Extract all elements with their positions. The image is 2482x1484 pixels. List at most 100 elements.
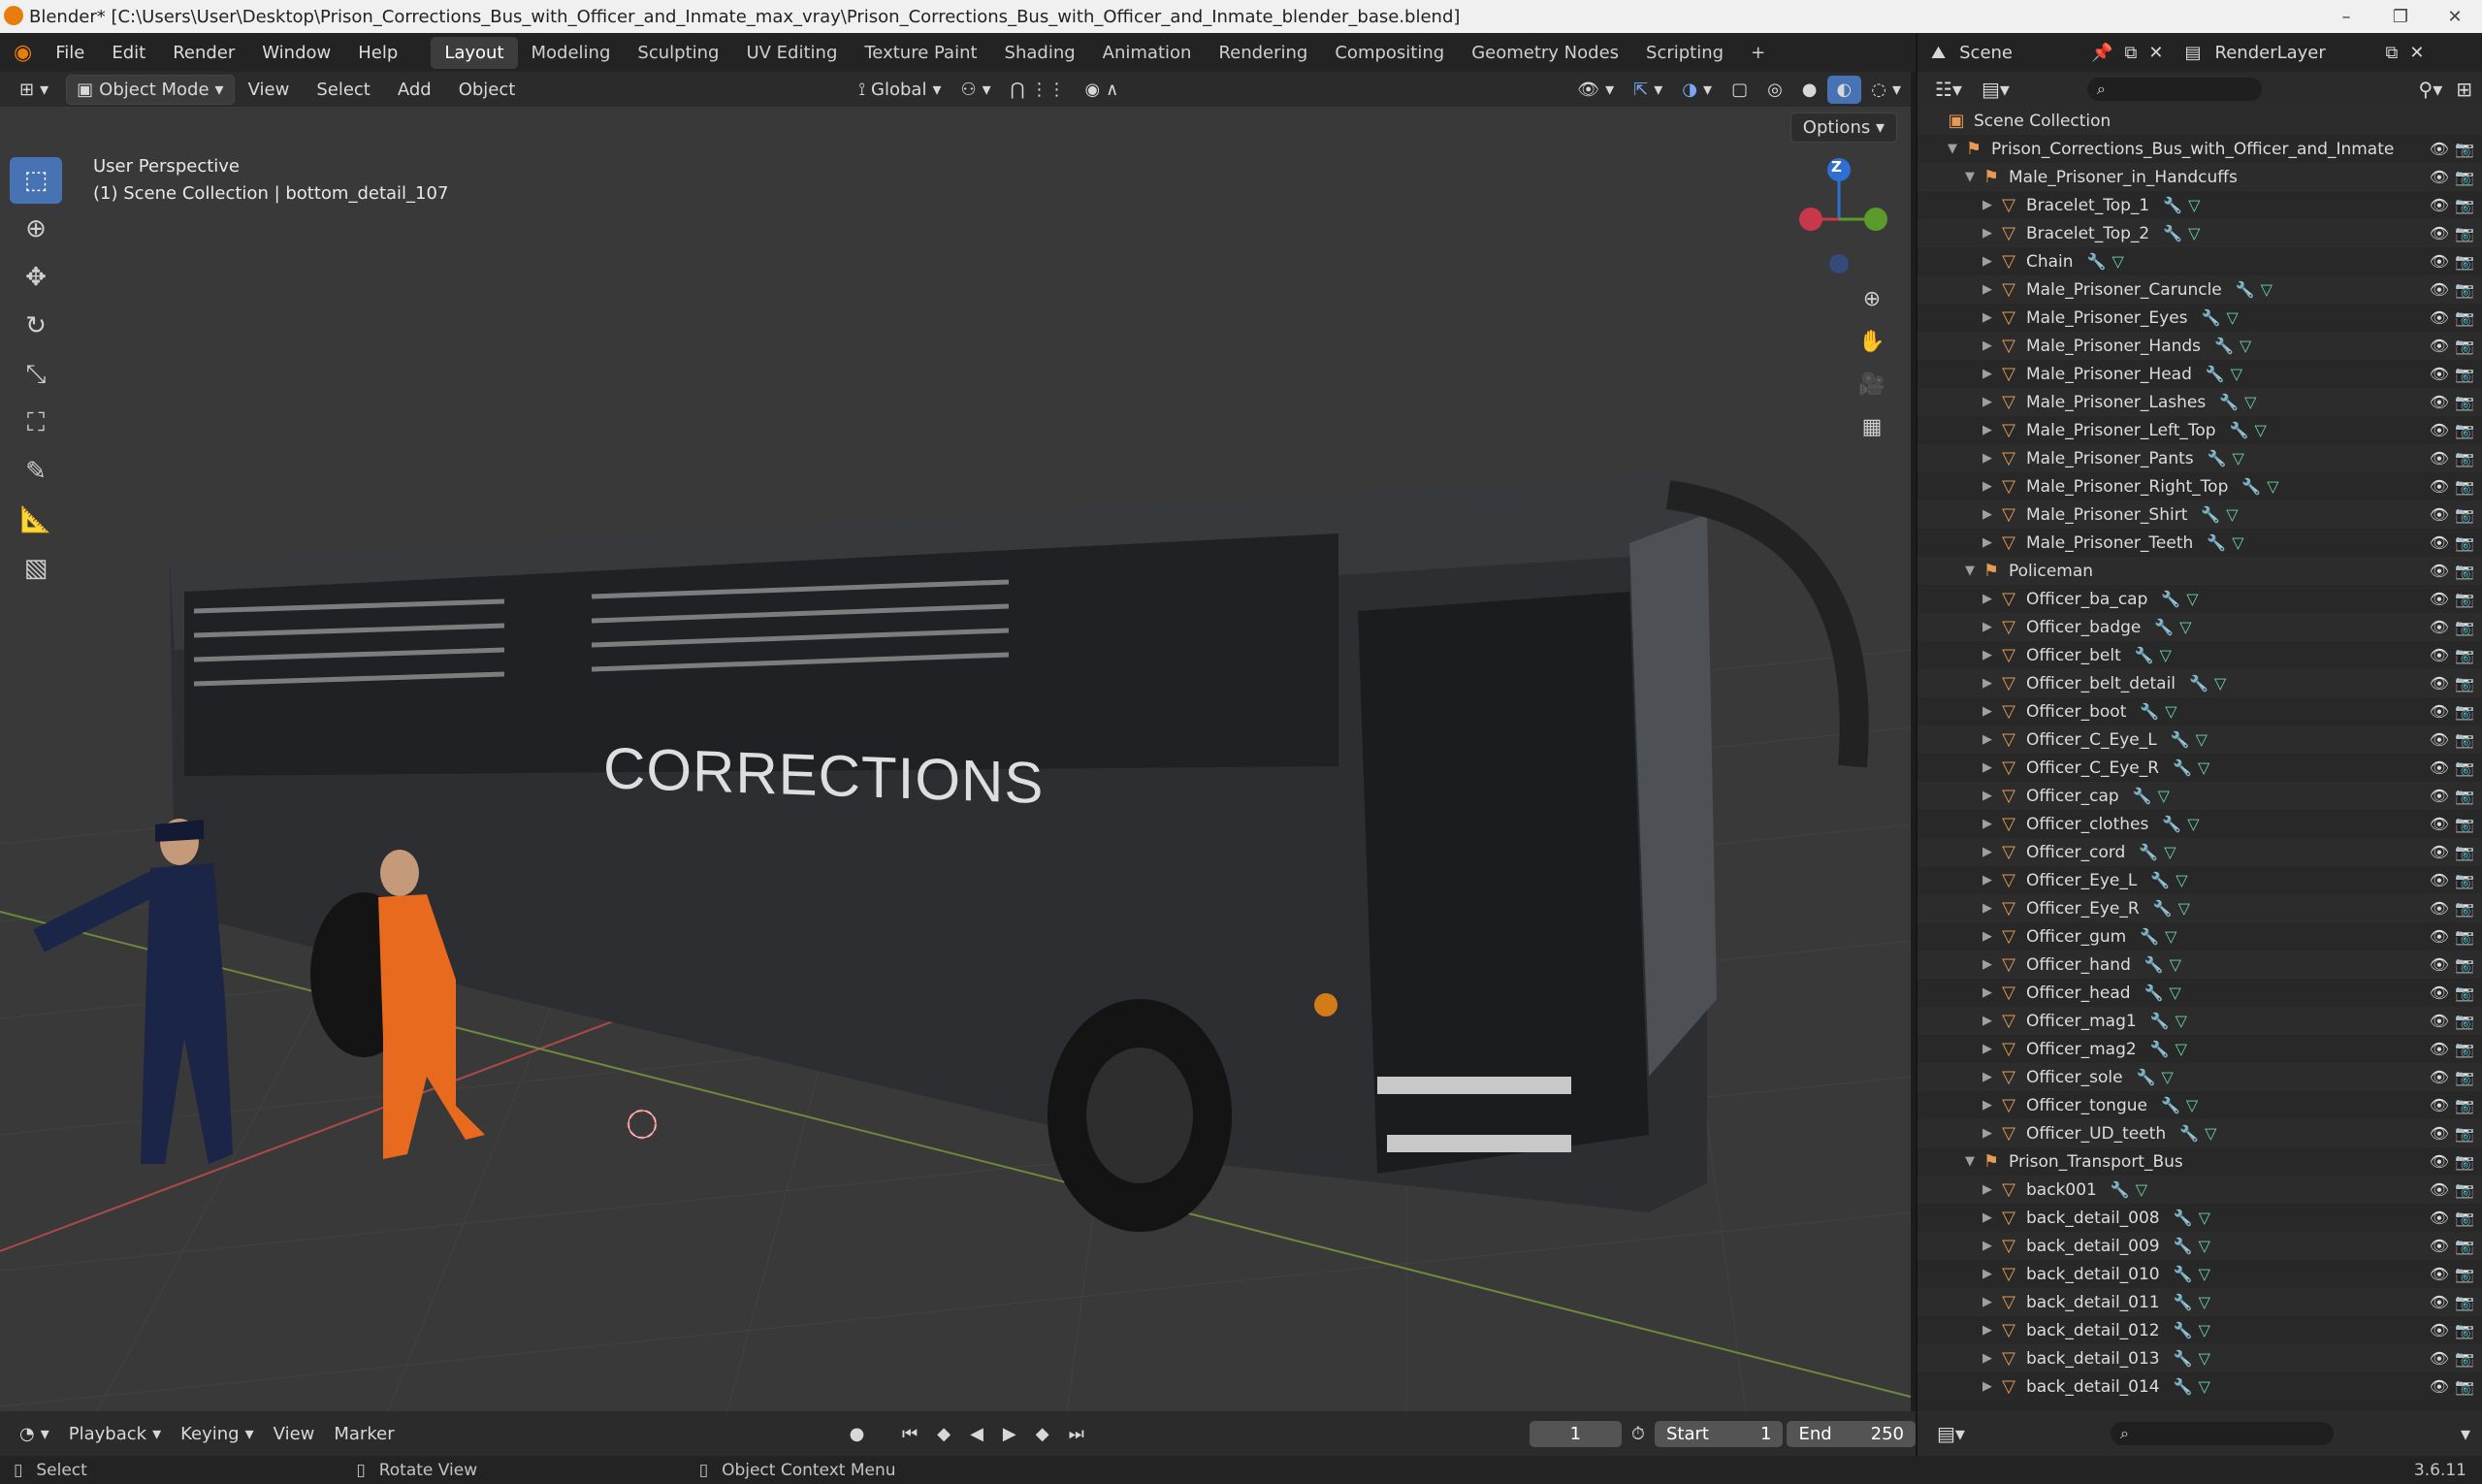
expand-triangle-icon[interactable]: ▶	[1978, 957, 1997, 972]
outliner-object-row[interactable]: ▶ ▽ back_detail_013 🔧 ▽ 👁 📷	[1918, 1344, 2482, 1372]
expand-triangle-icon[interactable]: ▶	[1978, 451, 1997, 466]
mesh-data-icon[interactable]: ▽	[2164, 843, 2176, 861]
expand-triangle-icon[interactable]: ▶	[1978, 704, 1997, 719]
jump-end-button[interactable]: ⏭	[1059, 1420, 1094, 1448]
render-camera-icon[interactable]: 📷	[2455, 224, 2474, 242]
outliner-object-row[interactable]: ▶ ▽ Officer_hand 🔧 ▽ 👁 📷	[1918, 951, 2482, 979]
outliner-object-row[interactable]: ▶ ▽ Officer_boot 🔧 ▽ 👁 📷	[1918, 697, 2482, 726]
viewport-menu-select[interactable]: Select	[303, 80, 384, 100]
mesh-data-icon[interactable]: ▽	[2199, 1265, 2210, 1283]
tab-geometry-nodes[interactable]: Geometry Nodes	[1458, 37, 1632, 69]
modifier-icon[interactable]: 🔧	[2241, 477, 2261, 496]
mesh-data-icon[interactable]: ▽	[2244, 393, 2256, 411]
expand-triangle-icon[interactable]: ▶	[1978, 1295, 1997, 1309]
proportional-edit-toggle[interactable]: ◉ ∧	[1075, 76, 1128, 104]
render-camera-icon[interactable]: 📷	[2455, 871, 2474, 889]
expand-triangle-icon[interactable]: ▶	[1978, 648, 1997, 662]
visibility-eye-icon[interactable]: 👁	[2430, 449, 2449, 468]
mesh-data-icon[interactable]: ▽	[2111, 252, 2123, 271]
mesh-data-icon[interactable]: ▽	[2188, 224, 2200, 242]
render-camera-icon[interactable]: 📷	[2455, 899, 2474, 918]
rotate-tool[interactable]: ↻	[10, 303, 62, 349]
visibility-eye-icon[interactable]: 👁	[2430, 787, 2449, 805]
tab-compositing[interactable]: Compositing	[1321, 37, 1458, 69]
render-camera-icon[interactable]: 📷	[2455, 365, 2474, 383]
modifier-icon[interactable]: 🔧	[2161, 590, 2180, 608]
modifier-icon[interactable]: 🔧	[2219, 393, 2239, 411]
pivot-select[interactable]: ⚇ ▾	[951, 76, 1001, 104]
play-button[interactable]: ▶	[993, 1420, 1026, 1448]
visibility-eye-icon[interactable]: 👁	[2430, 1209, 2449, 1227]
modifier-icon[interactable]: 🔧	[2174, 1293, 2193, 1311]
outliner-object-row[interactable]: ▶ ▽ Officer_cord 🔧 ▽ 👁 📷	[1918, 838, 2482, 866]
modifier-icon[interactable]: 🔧	[2179, 1124, 2199, 1143]
expand-triangle-icon[interactable]: ▶	[1978, 423, 1997, 437]
outliner-object-row[interactable]: ▶ ▽ back_detail_011 🔧 ▽ 👁 📷	[1918, 1288, 2482, 1316]
outliner-object-row[interactable]: ▶ ▽ Officer_tongue 🔧 ▽ 👁 📷	[1918, 1091, 2482, 1119]
viewport-menu-object[interactable]: Object	[445, 80, 530, 100]
expand-triangle-icon[interactable]: ▶	[1978, 282, 1997, 297]
shading-material-button[interactable]: ◐	[1826, 75, 1862, 104]
render-camera-icon[interactable]: 📷	[2455, 1209, 2474, 1227]
outliner-object-row[interactable]: ▶ ▽ Bracelet_Top_2 🔧 ▽ 👁 📷	[1918, 219, 2482, 247]
render-camera-icon[interactable]: 📷	[2455, 955, 2474, 974]
outliner-editor-type[interactable]: ☷▾	[1925, 74, 1972, 105]
collapse-triangle-icon[interactable]: ▼	[1960, 170, 1980, 184]
mesh-data-icon[interactable]: ▽	[2199, 1237, 2210, 1255]
modifier-icon[interactable]: 🔧	[2214, 337, 2234, 355]
render-camera-icon[interactable]: 📷	[2455, 1040, 2474, 1058]
end-frame-field[interactable]: End 250	[1787, 1420, 1916, 1447]
properties-options-icon[interactable]: ▾	[2461, 1422, 2470, 1445]
pan-button[interactable]: ✋	[1853, 322, 1891, 361]
current-frame-field[interactable]: 1	[1529, 1420, 1622, 1447]
modifier-icon[interactable]: 🔧	[2173, 758, 2192, 777]
tab-sculpting[interactable]: Sculpting	[624, 37, 732, 69]
render-layer-field[interactable]: RenderLayer	[2215, 43, 2380, 63]
mesh-data-icon[interactable]: ▽	[2158, 787, 2170, 805]
modifier-icon[interactable]: 🔧	[2133, 787, 2152, 805]
xray-toggle[interactable]: ▢	[1722, 76, 1757, 104]
expand-triangle-icon[interactable]: ▶	[1978, 1070, 1997, 1084]
outliner-object-row[interactable]: ▶ ▽ Officer_sole 🔧 ▽ 👁 📷	[1918, 1063, 2482, 1091]
modifier-icon[interactable]: 🔧	[2189, 674, 2208, 693]
mesh-data-icon[interactable]: ▽	[2199, 1377, 2210, 1396]
modifier-icon[interactable]: 🔧	[2150, 1040, 2170, 1058]
expand-triangle-icon[interactable]: ▶	[1978, 1351, 1997, 1366]
visibility-eye-icon[interactable]: 👁	[2430, 646, 2449, 664]
jump-start-button[interactable]: ⏮	[892, 1420, 927, 1448]
render-camera-icon[interactable]: 📷	[2455, 787, 2474, 805]
outliner-object-row[interactable]: ▶ ▽ Officer_gum 🔧 ▽ 👁 📷	[1918, 922, 2482, 951]
expand-triangle-icon[interactable]: ▶	[1978, 760, 1997, 775]
close-button[interactable]: ✕	[2428, 0, 2482, 33]
outliner-object-row[interactable]: ▶ ▽ Male_Prisoner_Left_Top 🔧 ▽ 👁 📷	[1918, 416, 2482, 444]
shading-rendered-button[interactable]: ◌ ▾	[1861, 76, 1911, 104]
visibility-eye-icon[interactable]: 👁	[2430, 562, 2449, 580]
modifier-icon[interactable]: 🔧	[2174, 1265, 2193, 1283]
render-camera-icon[interactable]: 📷	[2455, 562, 2474, 580]
render-camera-icon[interactable]: 📷	[2455, 1012, 2474, 1030]
expand-triangle-icon[interactable]: ▶	[1978, 1379, 1997, 1394]
outliner-collection-row[interactable]: ▼ ⚑ Policeman 👁 📷	[1918, 557, 2482, 585]
orientation-select[interactable]: ⟟ Global ▾	[849, 76, 951, 104]
render-camera-icon[interactable]: 📷	[2455, 280, 2474, 299]
render-camera-icon[interactable]: 📷	[2455, 252, 2474, 271]
expand-triangle-icon[interactable]: ▶	[1978, 1182, 1997, 1197]
mesh-data-icon[interactable]: ▽	[2160, 646, 2172, 664]
properties-editor-type[interactable]: ▤▾	[1927, 1418, 1975, 1449]
render-camera-icon[interactable]: 📷	[2455, 1349, 2474, 1368]
visibility-select[interactable]: 👁 ▾	[1567, 76, 1624, 104]
expand-triangle-icon[interactable]: ▶	[1978, 929, 1997, 944]
editor-type-button[interactable]: ⊞ ▾	[10, 76, 58, 104]
render-camera-icon[interactable]: 📷	[2455, 168, 2474, 186]
expand-triangle-icon[interactable]: ▶	[1978, 873, 1997, 887]
outliner-object-row[interactable]: ▶ ▽ Male_Prisoner_Shirt 🔧 ▽ 👁 📷	[1918, 500, 2482, 529]
mesh-data-icon[interactable]: ▽	[2176, 1040, 2187, 1058]
tab-texture-paint[interactable]: Texture Paint	[851, 37, 990, 69]
render-camera-icon[interactable]: 📷	[2455, 646, 2474, 664]
start-frame-field[interactable]: Start 1	[1654, 1420, 1784, 1447]
blender-menu-icon[interactable]: ◉	[14, 41, 32, 65]
modifier-icon[interactable]: 🔧	[2137, 1068, 2156, 1086]
visibility-eye-icon[interactable]: 👁	[2430, 843, 2449, 861]
visibility-eye-icon[interactable]: 👁	[2430, 758, 2449, 777]
mesh-data-icon[interactable]: ▽	[2205, 1124, 2216, 1143]
